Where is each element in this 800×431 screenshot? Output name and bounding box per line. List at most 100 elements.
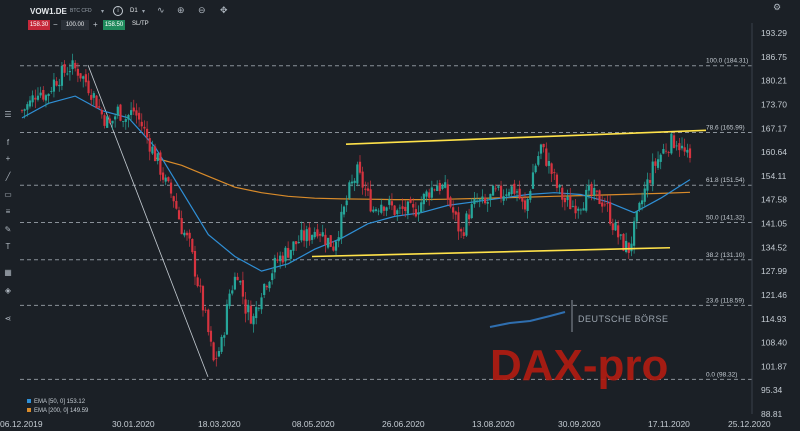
candle-body[interactable]: [212, 342, 215, 361]
candle-body[interactable]: [76, 68, 79, 76]
ema50-line[interactable]: [21, 95, 691, 272]
candle-body[interactable]: [444, 182, 447, 188]
candle-body[interactable]: [430, 187, 433, 198]
candle-body[interactable]: [436, 185, 439, 192]
candle-body[interactable]: [385, 207, 388, 211]
candle-body[interactable]: [143, 126, 146, 129]
candle-body[interactable]: [470, 204, 473, 219]
ema200-line[interactable]: [154, 157, 691, 201]
candle-body[interactable]: [305, 229, 308, 242]
candle-body[interactable]: [625, 240, 628, 253]
candle-body[interactable]: [513, 183, 516, 194]
channel-lower-line[interactable]: [311, 246, 671, 258]
candle-body[interactable]: [555, 174, 559, 188]
candle-body[interactable]: [87, 80, 90, 94]
candle-body[interactable]: [550, 163, 553, 174]
candle-body[interactable]: [55, 81, 58, 86]
candle-body[interactable]: [50, 91, 53, 92]
candle-body[interactable]: [409, 198, 412, 203]
candle-body[interactable]: [598, 190, 601, 204]
candle-body[interactable]: [638, 202, 641, 210]
candle-body[interactable]: [497, 186, 500, 188]
candle-body[interactable]: [388, 199, 391, 205]
candle-body[interactable]: [468, 214, 471, 220]
candle-body[interactable]: [563, 197, 567, 203]
ema200-legend[interactable]: EMA [200, 0] 149.59: [27, 407, 88, 416]
candle-body[interactable]: [249, 305, 252, 324]
candle-body[interactable]: [601, 202, 604, 207]
candle-body[interactable]: [361, 171, 364, 188]
candle-body[interactable]: [260, 297, 263, 310]
candle-body[interactable]: [345, 200, 348, 206]
candle-body[interactable]: [95, 95, 98, 109]
candle-body[interactable]: [667, 152, 670, 153]
candle-body[interactable]: [502, 196, 505, 201]
candle-body[interactable]: [98, 106, 101, 108]
candle-body[interactable]: [215, 357, 218, 359]
candle-body[interactable]: [646, 179, 649, 191]
candle-body[interactable]: [654, 161, 657, 166]
candle-body[interactable]: [491, 185, 495, 196]
candle-body[interactable]: [635, 211, 638, 222]
price-chart[interactable]: 100.0 (184.31) 78.6 (165.99) 61.8 (151.54)…: [0, 0, 800, 431]
candle-body[interactable]: [39, 92, 42, 96]
candle-body[interactable]: [401, 206, 404, 209]
candle-body[interactable]: [175, 200, 178, 209]
candle-body[interactable]: [268, 281, 271, 289]
candle-body[interactable]: [28, 100, 32, 107]
candle-body[interactable]: [188, 232, 191, 239]
candle-body[interactable]: [185, 232, 189, 236]
candle-body[interactable]: [217, 351, 221, 357]
candle-body[interactable]: [542, 143, 545, 148]
candle-body[interactable]: [60, 65, 64, 86]
candle-body[interactable]: [151, 146, 154, 154]
candle-body[interactable]: [611, 223, 614, 231]
candle-body[interactable]: [135, 110, 138, 116]
candle-body[interactable]: [585, 189, 588, 211]
candle-body[interactable]: [545, 148, 548, 166]
candle-body[interactable]: [441, 185, 444, 189]
candle-body[interactable]: [244, 299, 247, 314]
candle-body[interactable]: [481, 196, 484, 200]
candle-body[interactable]: [475, 200, 479, 202]
candle-body[interactable]: [324, 234, 327, 245]
candle-body[interactable]: [686, 149, 689, 153]
candle-body[interactable]: [74, 62, 77, 69]
candle-body[interactable]: [191, 238, 194, 253]
candle-body[interactable]: [606, 203, 609, 205]
candle-body[interactable]: [414, 209, 417, 217]
candle-body[interactable]: [659, 154, 662, 162]
candle-body[interactable]: [420, 202, 423, 213]
candle-body[interactable]: [537, 156, 540, 165]
candle-body[interactable]: [569, 196, 572, 210]
candle-body[interactable]: [656, 159, 660, 168]
candle-body[interactable]: [398, 207, 402, 209]
candle-body[interactable]: [159, 152, 162, 175]
candle-body[interactable]: [483, 197, 487, 204]
candle-body[interactable]: [130, 110, 133, 115]
candle-body[interactable]: [247, 304, 250, 313]
candle-body[interactable]: [255, 307, 258, 319]
candle-body[interactable]: [380, 204, 383, 213]
candle-body[interactable]: [137, 112, 141, 120]
candle-body[interactable]: [393, 205, 396, 215]
candle-body[interactable]: [526, 198, 529, 211]
candle-body[interactable]: [47, 93, 50, 97]
candle-body[interactable]: [561, 187, 564, 200]
candle-body[interactable]: [510, 186, 513, 195]
candle-body[interactable]: [662, 149, 665, 154]
candle-body[interactable]: [515, 191, 519, 193]
candle-body[interactable]: [111, 120, 114, 124]
candle-body[interactable]: [462, 232, 465, 236]
candle-body[interactable]: [382, 206, 386, 211]
candle-body[interactable]: [396, 210, 399, 215]
candle-body[interactable]: [153, 146, 157, 162]
candle-body[interactable]: [36, 95, 40, 100]
candle-body[interactable]: [558, 185, 561, 188]
candle-body[interactable]: [284, 247, 287, 262]
candle-body[interactable]: [633, 221, 636, 246]
candle-body[interactable]: [531, 172, 535, 189]
candle-body[interactable]: [220, 336, 223, 352]
candle-body[interactable]: [271, 273, 274, 281]
candle-body[interactable]: [44, 95, 48, 101]
